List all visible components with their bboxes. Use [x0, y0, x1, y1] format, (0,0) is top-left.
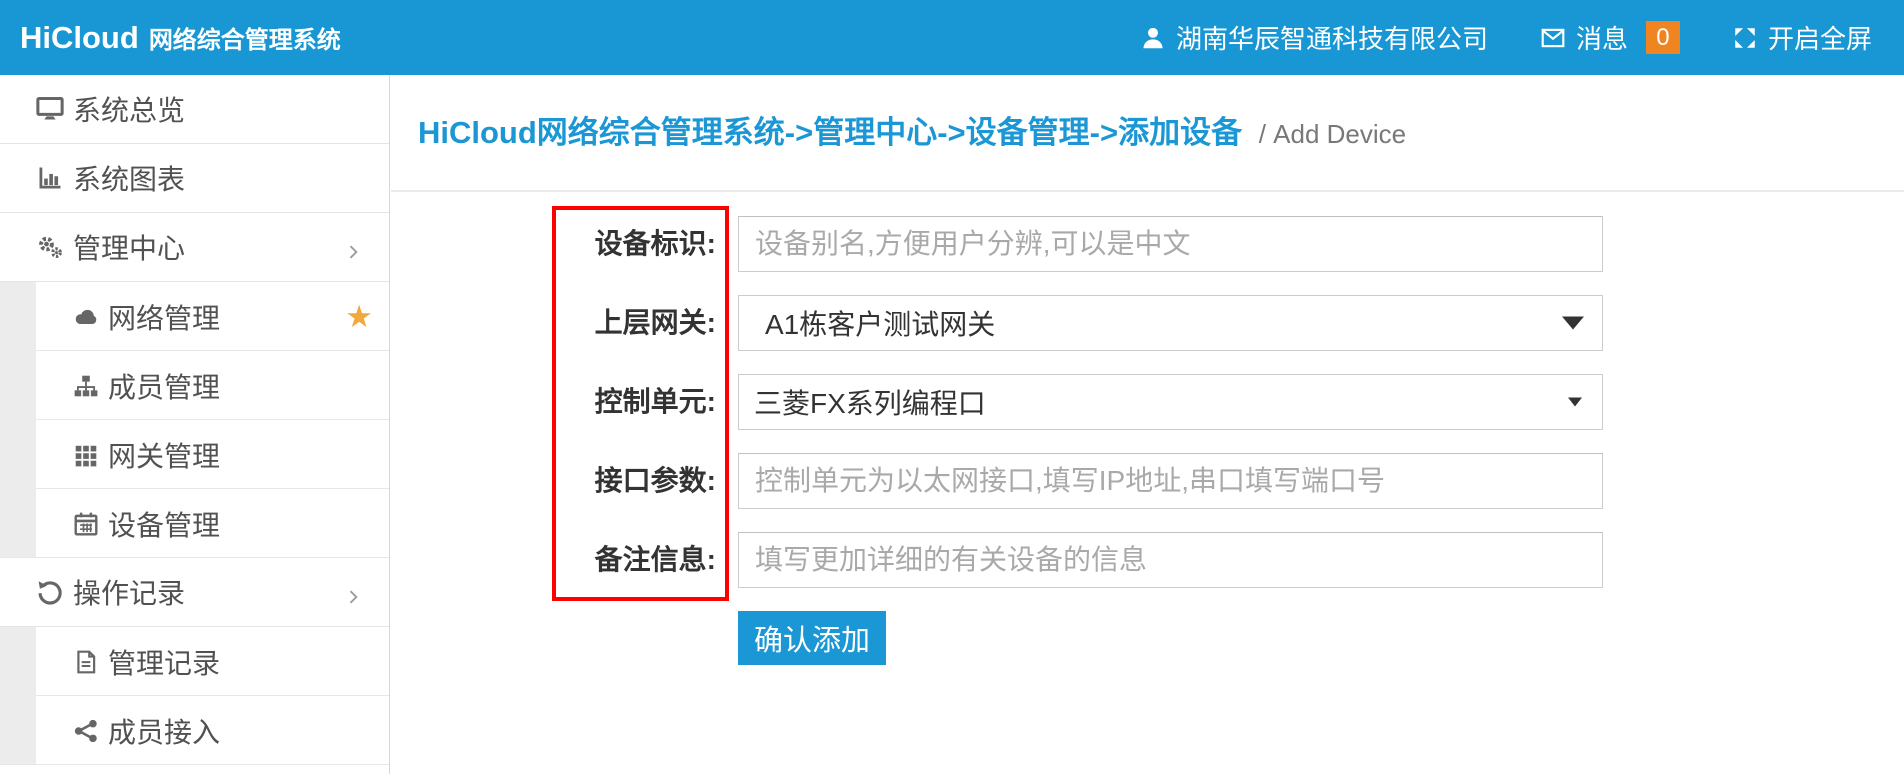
sitemap-icon — [73, 373, 99, 399]
desktop-icon — [36, 95, 64, 123]
confirm-add-button[interactable]: 确认添加 — [738, 611, 886, 665]
upper-gateway-label: 上层网关: — [595, 295, 716, 351]
add-device-form: 设备标识: 上层网关: A1栋客户测试网关 控制单元: 三菱FX系列编程口 接口… — [738, 216, 1603, 665]
envelope-icon — [1540, 25, 1566, 51]
sidebar-item-label: 网关管理 — [108, 435, 220, 475]
sidebar-item-label: 管理记录 — [108, 642, 220, 682]
cloud-icon — [73, 304, 99, 330]
sidebar-item-gateway-management[interactable]: 网关管理 — [0, 420, 389, 489]
sidebar-item-label: 操作记录 — [73, 572, 185, 612]
gears-icon — [36, 233, 64, 261]
chart-icon — [36, 164, 64, 192]
form-row-remarks: 备注信息: — [738, 532, 1603, 588]
control-unit-value: 三菱FX系列编程口 — [754, 382, 986, 422]
sidebar-item-label: 成员管理 — [108, 366, 220, 406]
expand-icon — [1732, 25, 1758, 51]
app-logo[interactable]: HiCloud 网络综合管理系统 — [20, 20, 341, 56]
caret-down-icon — [1562, 317, 1584, 330]
breadcrumb: HiCloud网络综合管理系统->管理中心->设备管理->添加设备 / Add … — [418, 107, 1406, 152]
sidebar-item-member-access[interactable]: 成员接入 — [0, 696, 389, 765]
sidebar-item-member-management[interactable]: 成员管理 — [0, 351, 389, 420]
logo-brand: HiCloud — [20, 20, 139, 56]
sidebar: 系统总览 系统图表 管理中心 网络管理 ★ 成员管理 网关 — [0, 75, 390, 774]
form-row-interface-params: 接口参数: — [738, 453, 1603, 509]
breadcrumb-path: HiCloud网络综合管理系统->管理中心->设备管理->添加设备 — [418, 115, 1242, 150]
device-id-label: 设备标识: — [595, 216, 716, 272]
breadcrumb-suffix: / Add Device — [1259, 119, 1406, 149]
user-menu[interactable]: 湖南华辰智通科技有限公司 — [1140, 19, 1488, 56]
logo-suffix: 网络综合管理系统 — [149, 20, 341, 55]
remarks-label: 备注信息: — [595, 532, 716, 588]
chevron-right-icon — [343, 237, 363, 257]
chevron-right-icon — [343, 582, 363, 602]
sidebar-item-device-management[interactable]: 设备管理 — [0, 489, 389, 558]
user-icon — [1140, 25, 1166, 51]
sidebar-item-network-management[interactable]: 网络管理 ★ — [0, 282, 389, 351]
sidebar-item-label: 管理中心 — [73, 227, 185, 267]
grid-icon — [73, 442, 99, 468]
fullscreen-label: 开启全屏 — [1768, 19, 1872, 56]
company-name: 湖南华辰智通科技有限公司 — [1176, 19, 1488, 56]
topbar-right: 湖南华辰智通科技有限公司 消息 0 开启全屏 — [1140, 19, 1872, 56]
header-divider — [391, 190, 1904, 192]
document-icon — [73, 649, 99, 675]
messages-label: 消息 — [1576, 19, 1628, 56]
calendar-icon — [73, 511, 99, 537]
fullscreen-button[interactable]: 开启全屏 — [1732, 19, 1872, 56]
interface-params-input[interactable] — [738, 453, 1603, 509]
sidebar-item-operation-records[interactable]: 操作记录 — [0, 558, 389, 627]
remarks-input[interactable] — [738, 532, 1603, 588]
sidebar-item-system-charts[interactable]: 系统图表 — [0, 144, 389, 213]
control-unit-label: 控制单元: — [595, 374, 716, 430]
caret-down-icon — [1568, 398, 1582, 407]
history-icon — [36, 578, 64, 606]
sidebar-item-label: 网络管理 — [108, 297, 220, 337]
star-icon[interactable]: ★ — [345, 301, 373, 332]
share-icon — [73, 718, 99, 744]
messages-count-badge: 0 — [1646, 21, 1680, 54]
interface-params-label: 接口参数: — [595, 453, 716, 509]
sidebar-item-system-overview[interactable]: 系统总览 — [0, 75, 389, 144]
form-row-device-id: 设备标识: — [738, 216, 1603, 272]
form-row-upper-gateway: 上层网关: A1栋客户测试网关 — [738, 295, 1603, 351]
sidebar-item-label: 系统总览 — [73, 89, 185, 129]
sidebar-item-management-center[interactable]: 管理中心 — [0, 213, 389, 282]
sidebar-item-label: 成员接入 — [108, 711, 220, 751]
device-id-input[interactable] — [738, 216, 1603, 272]
top-bar: HiCloud 网络综合管理系统 湖南华辰智通科技有限公司 消息 0 开启全屏 — [0, 0, 1904, 75]
sidebar-item-label: 设备管理 — [108, 504, 220, 544]
messages-button[interactable]: 消息 0 — [1540, 19, 1680, 56]
control-unit-select[interactable]: 三菱FX系列编程口 — [738, 374, 1603, 430]
sidebar-item-label: 系统图表 — [73, 158, 185, 198]
upper-gateway-select[interactable]: A1栋客户测试网关 — [738, 295, 1603, 351]
upper-gateway-value: A1栋客户测试网关 — [765, 303, 995, 343]
form-row-control-unit: 控制单元: 三菱FX系列编程口 — [738, 374, 1603, 430]
sidebar-item-management-records[interactable]: 管理记录 — [0, 627, 389, 696]
main-content: HiCloud网络综合管理系统->管理中心->设备管理->添加设备 / Add … — [391, 75, 1904, 774]
